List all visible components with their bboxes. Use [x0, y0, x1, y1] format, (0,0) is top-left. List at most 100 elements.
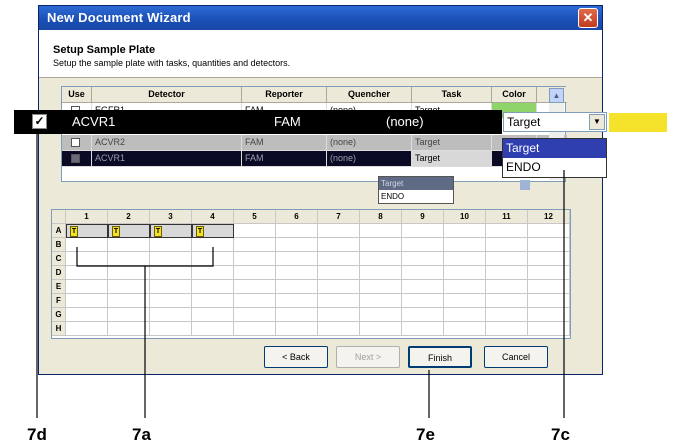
use-checkbox[interactable] [71, 154, 80, 163]
plate-column-header[interactable]: 1 [66, 210, 108, 224]
table-row-selected[interactable]: ACVR1 FAM (none) Target [62, 151, 567, 167]
plate-well[interactable] [402, 322, 444, 336]
plate-well[interactable] [108, 280, 150, 294]
plate-well[interactable] [318, 266, 360, 280]
plate-well[interactable]: T [108, 224, 150, 238]
task-option[interactable]: ENDO [379, 190, 453, 203]
plate-row-header[interactable]: F [52, 294, 66, 308]
use-checkbox[interactable] [71, 138, 80, 147]
plate-row-header[interactable]: C [52, 252, 66, 266]
plate-well[interactable] [234, 280, 276, 294]
plate-well[interactable] [276, 308, 318, 322]
task-cell[interactable]: Target [412, 135, 492, 151]
plate-well[interactable] [66, 294, 108, 308]
plate-well[interactable] [276, 266, 318, 280]
plate-well[interactable] [276, 294, 318, 308]
plate-well[interactable] [360, 224, 402, 238]
callout-color-swatch[interactable] [609, 113, 667, 132]
use-checkbox-checked[interactable]: ✓ [32, 114, 47, 129]
plate-column-header[interactable]: 12 [528, 210, 570, 224]
plate-well[interactable] [192, 252, 234, 266]
plate-well[interactable] [66, 252, 108, 266]
plate-well[interactable] [150, 322, 192, 336]
next-button[interactable]: Next > [336, 346, 400, 368]
plate-well[interactable] [66, 266, 108, 280]
plate-well[interactable] [402, 308, 444, 322]
plate-well[interactable] [360, 294, 402, 308]
plate-well[interactable] [444, 238, 486, 252]
plate-well[interactable] [192, 294, 234, 308]
plate-well[interactable] [66, 238, 108, 252]
plate-well[interactable] [486, 308, 528, 322]
plate-well[interactable] [318, 252, 360, 266]
plate-well[interactable] [528, 308, 570, 322]
plate-well[interactable] [150, 294, 192, 308]
plate-well[interactable] [318, 238, 360, 252]
plate-well[interactable] [486, 280, 528, 294]
plate-well[interactable] [402, 266, 444, 280]
callout-task-option[interactable]: Target [503, 139, 606, 158]
task-dropdown[interactable]: Target [412, 151, 492, 167]
finish-button[interactable]: Finish [408, 346, 472, 368]
plate-well[interactable] [486, 294, 528, 308]
plate-column-header[interactable]: 8 [360, 210, 402, 224]
plate-well[interactable] [360, 238, 402, 252]
plate-well[interactable] [486, 266, 528, 280]
plate-well[interactable] [402, 294, 444, 308]
plate-well[interactable]: T [150, 224, 192, 238]
plate-well[interactable] [150, 280, 192, 294]
cancel-button[interactable]: Cancel [484, 346, 548, 368]
plate-row-header[interactable]: B [52, 238, 66, 252]
plate-row-header[interactable]: G [52, 308, 66, 322]
plate-well[interactable] [444, 294, 486, 308]
plate-well[interactable] [150, 252, 192, 266]
plate-well[interactable] [192, 280, 234, 294]
chevron-down-icon[interactable]: ▼ [589, 114, 605, 130]
plate-well[interactable] [528, 266, 570, 280]
plate-well[interactable] [276, 322, 318, 336]
plate-well[interactable] [318, 294, 360, 308]
plate-well[interactable] [108, 322, 150, 336]
plate-row-header[interactable]: D [52, 266, 66, 280]
plate-well[interactable] [360, 308, 402, 322]
plate-well[interactable] [108, 308, 150, 322]
plate-well[interactable] [444, 224, 486, 238]
scroll-up-icon[interactable]: ▲ [549, 88, 564, 103]
plate-well[interactable] [444, 280, 486, 294]
plate-well[interactable] [234, 266, 276, 280]
plate-well[interactable] [486, 224, 528, 238]
callout-task-option[interactable]: ENDO [503, 158, 606, 177]
back-button[interactable]: < Back [264, 346, 328, 368]
callout-selected-row[interactable]: ✓ ACVR1 FAM (none) [14, 110, 502, 134]
plate-well[interactable] [528, 294, 570, 308]
plate-well[interactable] [150, 308, 192, 322]
plate-well[interactable] [318, 224, 360, 238]
plate-well[interactable] [276, 224, 318, 238]
plate-well[interactable] [528, 224, 570, 238]
plate-well[interactable] [66, 322, 108, 336]
plate-column-header[interactable]: 11 [486, 210, 528, 224]
sample-plate-grid[interactable]: 1 2 3 4 5 6 7 8 9 10 11 12 A T T T T B C D E F G H [51, 209, 571, 339]
plate-row-header[interactable]: H [52, 322, 66, 336]
plate-well[interactable] [192, 322, 234, 336]
close-icon[interactable]: ✕ [578, 8, 598, 28]
plate-well[interactable] [528, 252, 570, 266]
column-header-use[interactable]: Use [62, 87, 92, 102]
plate-well[interactable] [528, 238, 570, 252]
plate-column-header[interactable]: 4 [192, 210, 234, 224]
column-header-color[interactable]: Color [492, 87, 537, 102]
plate-well[interactable] [402, 280, 444, 294]
plate-well[interactable] [360, 266, 402, 280]
task-dropdown-list[interactable]: Target ENDO [378, 176, 454, 204]
plate-corner[interactable] [52, 210, 66, 224]
plate-well[interactable] [360, 280, 402, 294]
plate-column-header[interactable]: 2 [108, 210, 150, 224]
column-header-quencher[interactable]: Quencher [327, 87, 412, 102]
plate-column-header[interactable]: 6 [276, 210, 318, 224]
plate-well[interactable] [318, 280, 360, 294]
plate-well[interactable] [528, 322, 570, 336]
plate-column-header[interactable]: 9 [402, 210, 444, 224]
plate-well[interactable] [444, 308, 486, 322]
plate-well[interactable] [234, 322, 276, 336]
plate-well[interactable] [486, 322, 528, 336]
